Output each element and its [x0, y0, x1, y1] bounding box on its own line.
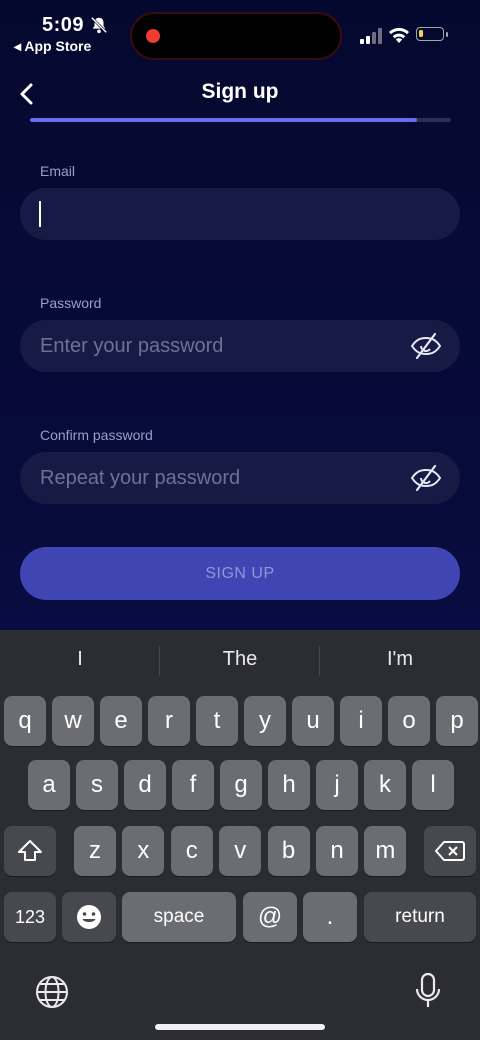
password-placeholder: Enter your password — [40, 335, 224, 357]
key-w[interactable]: w — [52, 696, 94, 746]
microphone-icon[interactable] — [412, 972, 444, 1010]
silent-bell-icon — [90, 16, 108, 34]
key-c[interactable]: c — [170, 826, 213, 876]
key-f[interactable]: f — [172, 760, 214, 810]
backspace-icon — [435, 841, 465, 861]
globe-icon[interactable] — [34, 974, 70, 1010]
key-o[interactable]: o — [388, 696, 430, 746]
key-x[interactable]: x — [122, 826, 165, 876]
key-d[interactable]: d — [124, 760, 166, 810]
password-label: Password — [40, 295, 102, 311]
sign-up-button[interactable]: SIGN UP — [20, 547, 460, 600]
cellular-signal-icon — [360, 28, 382, 44]
key-i[interactable]: i — [340, 696, 382, 746]
key-r[interactable]: r — [148, 696, 190, 746]
signup-progress-bar — [30, 118, 451, 122]
emoji-key[interactable] — [62, 892, 116, 942]
confirm-password-field[interactable]: Repeat your password — [20, 452, 460, 504]
key-h[interactable]: h — [268, 760, 310, 810]
status-time: 5:09 — [42, 14, 85, 36]
shift-key[interactable] — [4, 826, 56, 876]
emoji-icon — [77, 905, 101, 929]
suggestion-1[interactable]: I — [0, 648, 160, 671]
at-key[interactable]: @ — [243, 892, 297, 942]
key-l[interactable]: l — [412, 760, 454, 810]
page-title: Sign up — [201, 80, 279, 103]
confirm-password-label: Confirm password — [40, 427, 153, 443]
suggestion-2[interactable]: The — [160, 648, 320, 671]
text-cursor — [39, 201, 41, 227]
email-field[interactable] — [20, 188, 460, 240]
key-g[interactable]: g — [220, 760, 262, 810]
suggestion-3[interactable]: I'm — [320, 648, 480, 671]
key-y[interactable]: y — [244, 696, 286, 746]
numbers-key[interactable]: 123 — [4, 892, 56, 942]
dynamic-island — [130, 12, 342, 60]
password-field[interactable]: Enter your password — [20, 320, 460, 372]
key-e[interactable]: e — [100, 696, 142, 746]
key-j[interactable]: j — [316, 760, 358, 810]
key-p[interactable]: p — [436, 696, 478, 746]
shift-arrow-icon — [18, 840, 42, 861]
key-q[interactable]: q — [4, 696, 46, 746]
predictive-text-bar: I The I'm — [0, 630, 480, 690]
email-label: Email — [40, 163, 76, 179]
home-indicator[interactable] — [155, 1024, 325, 1030]
key-m[interactable]: m — [364, 826, 407, 876]
key-b[interactable]: b — [267, 826, 310, 876]
return-key[interactable]: return — [364, 892, 476, 942]
backspace-key[interactable] — [424, 826, 476, 876]
eye-off-icon[interactable] — [410, 332, 442, 360]
key-u[interactable]: u — [292, 696, 334, 746]
space-key[interactable]: space — [122, 892, 236, 942]
status-bar: 5:09 ◂ App Store — [0, 0, 480, 70]
wifi-icon — [389, 27, 409, 43]
period-key[interactable]: . — [303, 892, 357, 942]
eye-off-icon[interactable] — [410, 464, 442, 492]
on-screen-keyboard: I The I'm qwertyuiop asdfghjkl zxcvbnm 1… — [0, 630, 480, 1040]
back-to-app-store-link[interactable]: ◂ App Store — [14, 38, 91, 55]
key-a[interactable]: a — [28, 760, 70, 810]
key-t[interactable]: t — [196, 696, 238, 746]
key-s[interactable]: s — [76, 760, 118, 810]
recording-indicator-icon — [146, 29, 160, 43]
key-z[interactable]: z — [74, 826, 116, 876]
key-n[interactable]: n — [316, 826, 358, 876]
confirm-password-placeholder: Repeat your password — [40, 467, 241, 489]
battery-icon — [416, 27, 444, 41]
key-v[interactable]: v — [219, 826, 262, 876]
key-k[interactable]: k — [364, 760, 406, 810]
